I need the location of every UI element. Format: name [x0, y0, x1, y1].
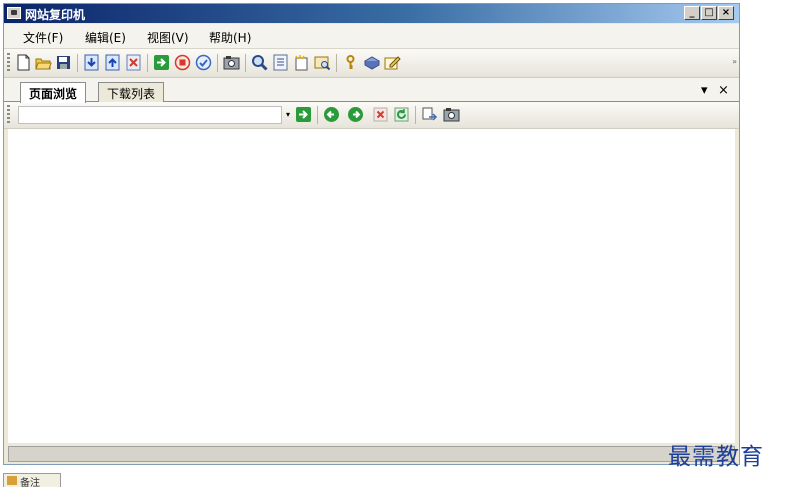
- menu-view[interactable]: 视图(V): [147, 29, 189, 46]
- close-button[interactable]: ×: [718, 6, 734, 20]
- browse-icon[interactable]: [314, 54, 331, 71]
- delete-icon[interactable]: [125, 54, 142, 71]
- toolbar-separator: [147, 54, 148, 72]
- tab-page-browse[interactable]: 页面浏览: [20, 82, 87, 103]
- tab-label: 下载列表: [107, 87, 156, 101]
- menu-edit[interactable]: 编辑(E): [85, 29, 126, 46]
- watermark: 最需教育: [668, 444, 764, 470]
- toolbar-separator: [245, 54, 246, 72]
- forward-icon[interactable]: [347, 106, 364, 123]
- minimize-button[interactable]: _: [684, 6, 700, 20]
- address-toolbar: ▾: [4, 102, 739, 129]
- toolbar-separator: [77, 54, 78, 72]
- toolbar-separator: [415, 106, 416, 124]
- title-bar[interactable]: 网站复印机 _ □ ×: [4, 4, 739, 23]
- app-window: 网站复印机 _ □ × 文件(F) 编辑(E) 视图(V) 帮助(H) » 页面…: [3, 3, 740, 465]
- menu-file[interactable]: 文件(F): [23, 29, 63, 46]
- url-dropdown-icon[interactable]: ▾: [283, 107, 293, 123]
- taskbar-label: 备注: [20, 478, 40, 489]
- tab-strip: 页面浏览 下载列表 ▾ ×: [4, 78, 739, 103]
- toolbar-separator: [317, 106, 318, 124]
- page-view[interactable]: [8, 129, 735, 443]
- menu-help[interactable]: 帮助(H): [209, 29, 251, 46]
- list-icon[interactable]: [272, 54, 289, 71]
- url-input[interactable]: [18, 106, 282, 124]
- refresh-icon[interactable]: [393, 106, 410, 123]
- back-icon[interactable]: [323, 106, 340, 123]
- copy-icon[interactable]: [421, 106, 438, 123]
- toolbar-separator: [217, 54, 218, 72]
- menu-bar: 文件(F) 编辑(E) 视图(V) 帮助(H): [4, 24, 739, 49]
- toolbar-overflow-icon[interactable]: »: [732, 57, 737, 66]
- book-icon[interactable]: [363, 54, 381, 71]
- snapshot-icon[interactable]: [443, 106, 460, 123]
- save-icon[interactable]: [55, 54, 72, 71]
- key-icon[interactable]: [342, 54, 359, 71]
- main-toolbar: »: [4, 49, 739, 78]
- check-icon[interactable]: [195, 54, 212, 71]
- new-item-icon[interactable]: [293, 54, 310, 71]
- camera-icon[interactable]: [223, 54, 240, 71]
- clipboard-icon: [7, 476, 17, 485]
- edit-icon[interactable]: [384, 54, 401, 71]
- status-bar: [8, 446, 735, 462]
- go-icon[interactable]: [153, 54, 170, 71]
- tab-close-icon[interactable]: ×: [718, 83, 729, 98]
- export-icon[interactable]: [104, 54, 121, 71]
- address-grip[interactable]: [7, 105, 10, 125]
- app-icon: [7, 7, 21, 19]
- toolbar-grip[interactable]: [7, 53, 10, 73]
- import-icon[interactable]: [83, 54, 100, 71]
- open-folder-icon[interactable]: [35, 54, 52, 71]
- new-file-icon[interactable]: [15, 54, 32, 71]
- tab-label: 页面浏览: [29, 87, 78, 101]
- window-title: 网站复印机: [25, 8, 86, 22]
- tab-dropdown-icon[interactable]: ▾: [701, 83, 708, 98]
- stop-page-icon[interactable]: [372, 106, 389, 123]
- taskbar-notes-button[interactable]: 备注: [3, 473, 61, 489]
- go-icon[interactable]: [295, 106, 312, 123]
- toolbar-separator: [336, 54, 337, 72]
- tab-download-list[interactable]: 下载列表: [98, 82, 165, 102]
- search-icon[interactable]: [251, 54, 268, 71]
- stop-icon[interactable]: [174, 54, 191, 71]
- restore-button[interactable]: □: [701, 6, 717, 20]
